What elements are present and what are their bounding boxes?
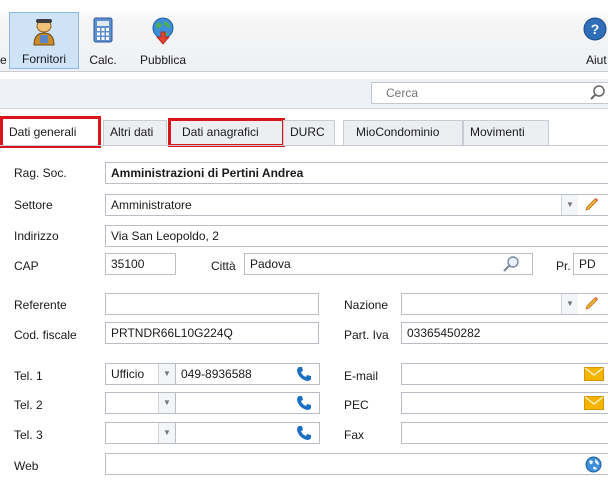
referente-field[interactable] bbox=[105, 293, 319, 315]
chevron-down-icon: ▼ bbox=[163, 428, 171, 437]
phone-icon[interactable] bbox=[296, 366, 312, 382]
tel1-type-select[interactable]: Ufficio ▼ bbox=[105, 363, 176, 385]
fax-field[interactable] bbox=[401, 422, 608, 444]
search-input[interactable] bbox=[372, 83, 582, 103]
chevron-down-icon: ▼ bbox=[566, 299, 574, 308]
calc-button[interactable]: Calc. bbox=[83, 12, 123, 69]
web-label: Web bbox=[14, 459, 39, 473]
referente-label: Referente bbox=[14, 298, 67, 312]
tel1-label: Tel. 1 bbox=[14, 369, 43, 383]
tel2-type-dropdown-button[interactable]: ▼ bbox=[158, 393, 175, 413]
tab-divider bbox=[0, 145, 608, 146]
search-city-icon[interactable] bbox=[502, 256, 520, 273]
web-field[interactable] bbox=[105, 453, 608, 475]
settore-select[interactable]: Amministratore ▼ bbox=[105, 194, 608, 216]
tel3-type-select[interactable]: ▼ bbox=[105, 422, 176, 444]
tab-movimenti[interactable]: Movimenti bbox=[463, 120, 549, 145]
tab-altri-dati[interactable]: Altri dati bbox=[103, 120, 167, 145]
web-globe-icon[interactable] bbox=[585, 456, 602, 473]
tab-dati-generali[interactable]: Dati generali bbox=[0, 116, 101, 148]
indirizzo-field[interactable]: Via San Leopoldo, 2 bbox=[105, 225, 608, 247]
cap-label: CAP bbox=[14, 259, 39, 273]
part-iva-field[interactable]: 03365450282 bbox=[401, 322, 608, 344]
citta-value: Padova bbox=[250, 257, 291, 271]
tel1-type-dropdown-button[interactable]: ▼ bbox=[158, 364, 175, 384]
publish-globe-icon bbox=[152, 17, 174, 45]
email-field[interactable] bbox=[401, 363, 608, 385]
help-icon: ? bbox=[583, 17, 607, 41]
nazione-select[interactable]: ▼ bbox=[401, 293, 608, 315]
edit-pencil-icon[interactable] bbox=[584, 297, 600, 311]
tel3-type-dropdown-button[interactable]: ▼ bbox=[158, 423, 175, 443]
rag-soc-label: Rag. Soc. bbox=[14, 166, 67, 180]
chevron-down-icon: ▼ bbox=[566, 200, 574, 209]
mail-icon[interactable] bbox=[584, 396, 604, 410]
ribbon-button-prev-label: e bbox=[0, 53, 7, 67]
tab-miocondominio[interactable]: MioCondominio bbox=[343, 120, 463, 145]
aiuto-label: Aiut bbox=[586, 53, 607, 67]
fornitori-label: Fornitori bbox=[21, 52, 66, 66]
pec-label: PEC bbox=[344, 398, 369, 412]
calc-label: Calc. bbox=[89, 53, 117, 67]
tel1-number-value: 049-8936588 bbox=[181, 367, 252, 381]
tel1-type-value: Ufficio bbox=[111, 367, 145, 381]
pec-field[interactable] bbox=[401, 392, 608, 414]
pr-label: Pr. bbox=[556, 259, 571, 273]
pr-field[interactable]: PD bbox=[573, 253, 608, 275]
tel2-type-select[interactable]: ▼ bbox=[105, 392, 176, 414]
tab-durc[interactable]: DURC bbox=[283, 120, 335, 145]
ribbon: e Fornitori Calc. Pubblica ? Aiut bbox=[0, 0, 608, 72]
calculator-icon bbox=[93, 17, 113, 43]
email-label: E-mail bbox=[344, 369, 379, 383]
cap-field[interactable]: 35100 bbox=[105, 253, 176, 275]
citta-label: Città bbox=[211, 259, 236, 273]
settore-label: Settore bbox=[14, 198, 53, 212]
aiuto-button[interactable]: ? Aiut bbox=[583, 12, 608, 69]
indirizzo-label: Indirizzo bbox=[14, 229, 59, 243]
tab-dati-anagrafici[interactable]: Dati anagrafici bbox=[168, 118, 285, 147]
phone-icon[interactable] bbox=[296, 395, 312, 411]
nazione-dropdown-button[interactable]: ▼ bbox=[561, 294, 578, 314]
mail-icon[interactable] bbox=[584, 367, 604, 381]
fornitori-button[interactable]: Fornitori bbox=[9, 12, 79, 69]
cod-fiscale-field[interactable]: PRTNDR66L10G224Q bbox=[105, 322, 319, 344]
chevron-down-icon: ▼ bbox=[163, 398, 171, 407]
fax-label: Fax bbox=[344, 428, 365, 442]
cod-fiscale-label: Cod. fiscale bbox=[14, 328, 77, 342]
phone-icon[interactable] bbox=[296, 425, 312, 441]
tel3-label: Tel. 3 bbox=[14, 428, 43, 442]
part-iva-label: Part. Iva bbox=[344, 328, 389, 342]
chevron-down-icon: ▼ bbox=[163, 369, 171, 378]
pubblica-button[interactable]: Pubblica bbox=[133, 12, 193, 69]
search-box bbox=[371, 82, 608, 104]
settore-value: Amministratore bbox=[111, 198, 192, 212]
settore-dropdown-button[interactable]: ▼ bbox=[561, 195, 578, 215]
tab-bar: Dati generali Altri dati Dati anagrafici… bbox=[0, 116, 608, 148]
supplier-person-icon bbox=[33, 19, 55, 46]
nazione-label: Nazione bbox=[344, 298, 389, 312]
svg-text:?: ? bbox=[591, 21, 600, 37]
edit-pencil-icon[interactable] bbox=[584, 198, 600, 212]
ribbon-button-prev[interactable]: e bbox=[0, 12, 7, 69]
search-icon[interactable] bbox=[590, 85, 606, 101]
tel2-label: Tel. 2 bbox=[14, 398, 43, 412]
search-bar bbox=[0, 79, 608, 109]
pubblica-label: Pubblica bbox=[139, 53, 187, 67]
citta-field[interactable]: Padova bbox=[244, 253, 533, 275]
rag-soc-field[interactable]: Amministrazioni di Pertini Andrea bbox=[105, 162, 608, 184]
